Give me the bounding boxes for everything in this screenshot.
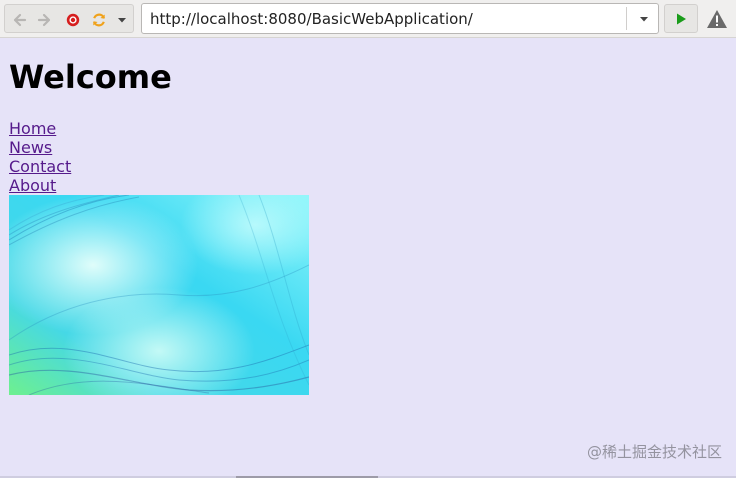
url-dropdown-button[interactable] bbox=[629, 4, 658, 33]
warning-icon bbox=[707, 10, 727, 28]
link-about[interactable]: About bbox=[9, 176, 71, 195]
warning-button[interactable] bbox=[704, 6, 730, 32]
link-contact[interactable]: Contact bbox=[9, 157, 71, 176]
reload-button[interactable] bbox=[90, 11, 108, 29]
page-content: Welcome Home News Contact About bbox=[0, 38, 736, 478]
arrow-left-icon bbox=[13, 13, 27, 27]
browser-toolbar: http://localhost:8080/BasicWebApplicatio… bbox=[0, 0, 736, 38]
address-bar[interactable]: http://localhost:8080/BasicWebApplicatio… bbox=[141, 3, 659, 34]
watermark: @稀土掘金技术社区 bbox=[586, 443, 722, 461]
back-button[interactable] bbox=[10, 11, 28, 29]
chevron-down-icon bbox=[639, 16, 648, 21]
page-heading: Welcome bbox=[9, 58, 172, 96]
hero-image bbox=[9, 195, 309, 395]
arrow-right-icon bbox=[37, 13, 51, 27]
play-icon bbox=[677, 13, 686, 24]
link-news[interactable]: News bbox=[9, 138, 71, 157]
forward-button[interactable] bbox=[36, 11, 54, 29]
chevron-down-icon bbox=[118, 18, 126, 23]
address-bar-divider bbox=[626, 7, 627, 30]
navigation-button-group bbox=[4, 4, 134, 33]
link-home[interactable]: Home bbox=[9, 119, 71, 138]
reload-icon bbox=[92, 13, 106, 27]
go-button[interactable] bbox=[664, 4, 698, 33]
nav-links: Home News Contact About bbox=[9, 119, 71, 195]
abstract-wave-image bbox=[9, 195, 309, 395]
history-dropdown-button[interactable] bbox=[113, 11, 131, 29]
stop-button[interactable] bbox=[64, 11, 82, 29]
stop-icon bbox=[66, 13, 80, 27]
url-text[interactable]: http://localhost:8080/BasicWebApplicatio… bbox=[150, 10, 473, 28]
